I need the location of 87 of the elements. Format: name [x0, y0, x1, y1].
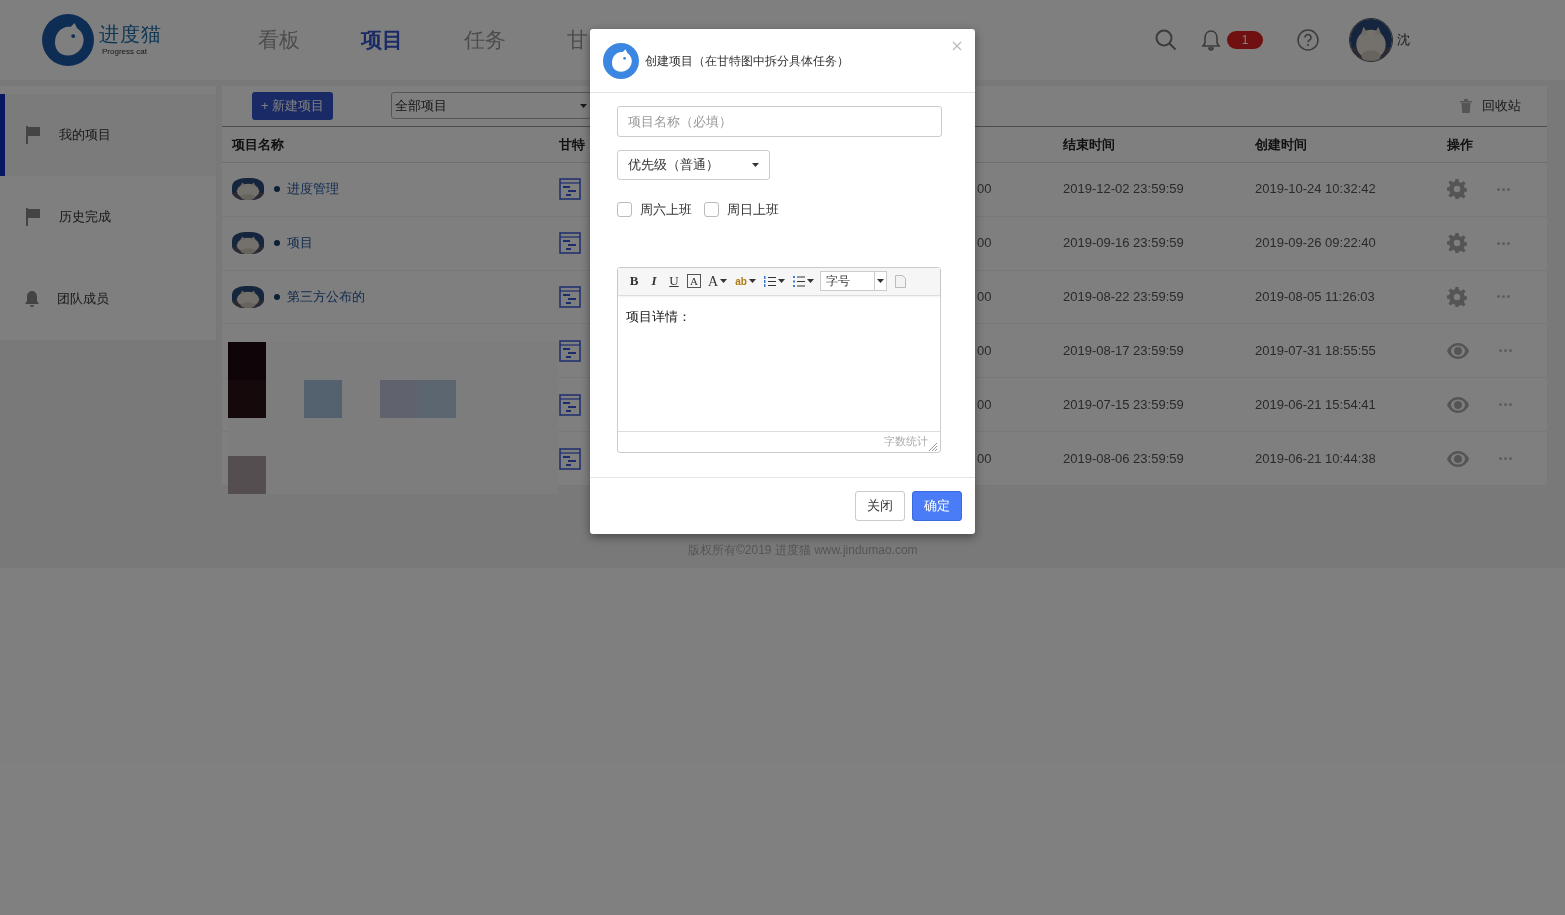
table-cell-text: 00: [977, 342, 993, 361]
notification-badge: 1: [1227, 31, 1263, 49]
settings-icon[interactable]: [1447, 179, 1467, 200]
logo-icon: [42, 14, 94, 66]
table-cell-text: 2019-07-31 18:55:55: [1255, 342, 1377, 361]
confirm-button[interactable]: 确定: [912, 491, 962, 521]
table-cell-text: 00: [977, 234, 993, 253]
checkbox[interactable]: [704, 202, 719, 218]
ordered-list-icon: [763, 275, 776, 287]
table-cell-text: 00: [977, 449, 993, 468]
help-icon[interactable]: [1297, 29, 1319, 51]
bold-button[interactable]: B: [624, 271, 644, 291]
recycle-bin-link[interactable]: 回收站: [1482, 96, 1521, 116]
column-header: 创建时间: [1255, 135, 1308, 154]
column-header: 结束时间: [1063, 135, 1116, 154]
sidebar-item[interactable]: 我的项目: [0, 94, 216, 176]
flag-icon: [25, 208, 41, 226]
font-size-select[interactable]: 字号: [819, 271, 887, 291]
table-cell-text: 2019-06-21 15:54:41: [1255, 395, 1377, 414]
gantt-chart-icon[interactable]: [559, 232, 581, 255]
highlight-button[interactable]: ab: [731, 273, 760, 289]
sidebar-item[interactable]: 团队成员: [0, 258, 216, 340]
caret-icon: [806, 279, 814, 283]
font-color-button[interactable]: A: [704, 270, 732, 292]
nav-tab[interactable]: 项目: [361, 24, 464, 56]
underline-button[interactable]: U: [664, 271, 684, 291]
sidebar-item[interactable]: 历史完成: [0, 176, 216, 258]
eye-icon[interactable]: [1447, 342, 1469, 359]
bullet-list-icon: [792, 275, 805, 287]
logo-subtitle: Progress cat: [102, 46, 148, 58]
close-button[interactable]: 关闭: [855, 491, 905, 521]
project-link[interactable]: 进度管理: [287, 179, 339, 199]
user-name: 沈: [1397, 31, 1410, 50]
project-name-field[interactable]: 项目名称（必填）: [617, 106, 942, 137]
caret-icon: [876, 279, 884, 283]
table-cell-text: 2019-12-02 23:59:59: [1063, 180, 1185, 199]
caret-icon: [752, 163, 759, 167]
caret-icon: [720, 279, 728, 283]
caret-icon: [580, 103, 588, 108]
caret-icon: [748, 279, 756, 283]
trash-icon: [1460, 98, 1472, 113]
project-link[interactable]: 项目: [287, 233, 313, 253]
logo-icon: [603, 42, 639, 79]
table-cell-text: 2019-08-06 23:59:59: [1063, 449, 1185, 468]
settings-icon[interactable]: [1447, 286, 1467, 307]
italic-button[interactable]: I: [644, 271, 664, 291]
table-cell-text: 2019-09-16 23:59:59: [1063, 234, 1185, 253]
editor-text[interactable]: 项目详情：: [626, 308, 691, 324]
priority-select[interactable]: 优先级（普通）: [617, 150, 770, 180]
table-cell-text: 2019-08-05 11:26:03: [1255, 288, 1376, 307]
new-project-button[interactable]: + 新建项目: [252, 91, 334, 120]
table-cell-text: 2019-08-17 23:59:59: [1063, 342, 1185, 361]
table-cell-text: 2019-06-21 10:44:38: [1255, 449, 1377, 468]
gantt-chart-icon[interactable]: [559, 447, 581, 470]
table-cell-text: 00: [977, 395, 993, 414]
table-cell-text: 00: [977, 288, 993, 307]
table-cell-text: 2019-09-26 09:22:40: [1255, 234, 1377, 253]
table-cell-text: 2019-07-15 23:59:59: [1063, 395, 1185, 414]
close-icon[interactable]: [952, 41, 962, 51]
search-icon[interactable]: [1155, 29, 1177, 51]
eye-icon[interactable]: [1447, 450, 1469, 467]
project-link[interactable]: 第三方公布的: [287, 287, 365, 307]
table-cell-text: 2019-10-24 10:32:42: [1255, 180, 1377, 199]
checkbox[interactable]: [617, 202, 632, 218]
text-border-button[interactable]: A: [687, 274, 701, 288]
checkbox-label: 周日上班: [727, 201, 779, 219]
logo-text: 进度猫: [99, 22, 162, 46]
resize-handle-icon[interactable]: [928, 441, 937, 451]
table-cell-text: 2019-08-22 23:59:59: [1063, 288, 1185, 307]
table-cell-text: 00: [977, 180, 993, 199]
gantt-chart-icon[interactable]: [559, 339, 581, 362]
bell-icon: [25, 291, 39, 307]
column-header: 项目名称: [230, 135, 285, 154]
caret-icon: [777, 279, 785, 283]
gantt-chart-icon[interactable]: [559, 393, 581, 416]
document-icon[interactable]: [894, 274, 906, 288]
eye-icon[interactable]: [1447, 396, 1469, 413]
dialog-title: 创建项目（在甘特图中拆分具体任务）: [645, 52, 849, 70]
settings-icon[interactable]: [1447, 233, 1467, 254]
gantt-chart-icon[interactable]: [559, 178, 581, 201]
checkbox-label: 周六上班: [640, 201, 692, 219]
word-count-label: 字数统计: [884, 434, 928, 450]
column-header: 甘特: [559, 135, 586, 154]
column-header: 操作: [1447, 135, 1474, 154]
gantt-chart-icon[interactable]: [559, 285, 581, 308]
bell-icon[interactable]: [1201, 29, 1221, 51]
flag-icon: [25, 126, 41, 144]
